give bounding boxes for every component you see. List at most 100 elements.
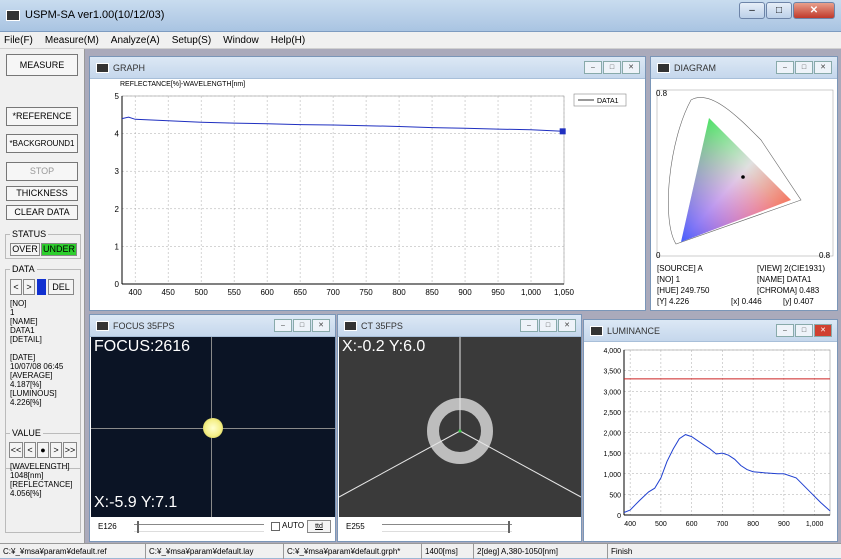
status-layout-path: C:¥_¥msa¥param¥default.lay xyxy=(146,544,284,559)
graph-titlebar: GRAPH – □ ✕ xyxy=(90,57,645,79)
y-tick-label: 4 xyxy=(115,130,120,139)
x-tick-label: 450 xyxy=(161,288,175,297)
data-line: [AVERAGE] xyxy=(10,371,53,380)
minimize-button[interactable]: – xyxy=(739,2,765,19)
y-tick-label: 5 xyxy=(115,92,120,101)
stop-button[interactable]: STOP xyxy=(6,162,78,181)
x-tick-label: 600 xyxy=(260,288,274,297)
minimize-button[interactable]: – xyxy=(776,61,794,74)
menu-file[interactable]: File(F) xyxy=(4,32,33,48)
x-tick-label: 600 xyxy=(686,521,698,528)
close-button[interactable]: ✕ xyxy=(558,319,576,332)
reference-button[interactable]: *REFERENCE xyxy=(6,107,78,126)
minimize-button[interactable]: – xyxy=(274,319,292,332)
data-label: DATA xyxy=(10,264,37,274)
data-line: [NAME] xyxy=(10,317,38,326)
menu-window[interactable]: Window xyxy=(223,32,259,48)
graph-title: GRAPH xyxy=(113,63,146,73)
x-tick-label: 700 xyxy=(717,521,729,528)
status-range: 2[deg] A,380-1050[nm] xyxy=(474,544,608,559)
value-line: 4.056[%] xyxy=(10,489,42,498)
menu-measure[interactable]: Measure(M) xyxy=(45,32,99,48)
menu-bar: File(F) Measure(M) Analyze(A) Setup(S) W… xyxy=(0,32,841,49)
diagram-hue: [HUE] 249.750 xyxy=(657,286,710,295)
value-next-button[interactable]: > xyxy=(50,442,62,458)
status-group: STATUS OVER UNDER xyxy=(5,229,81,259)
control-panel: MEASURE *REFERENCE *BACKGROUND1 STOP THI… xyxy=(0,49,85,543)
focus-window: FOCUS 35FPS – □ ✕ FOCUS:2616 X:-5.9 Y:7.1 … xyxy=(89,314,336,542)
status-label: STATUS xyxy=(10,229,49,239)
value-last-button[interactable]: >> xyxy=(63,442,77,458)
value-details: [WAVELENGTH] 1048[nm] [REFLECTANCE] 4.05… xyxy=(10,462,73,498)
maximize-button[interactable]: □ xyxy=(539,319,557,332)
data-line: [LUMINOUS] xyxy=(10,389,57,398)
window-title: USPM-SA ver1.00(10/12/03) xyxy=(25,9,165,21)
minimize-button[interactable]: – xyxy=(584,61,602,74)
close-button[interactable]: ✕ xyxy=(814,61,832,74)
ct-exposure-slider[interactable] xyxy=(382,521,512,533)
y-tick-label: 2,000 xyxy=(603,431,621,438)
title-bar: USPM-SA ver1.00(10/12/03) – □ ✕ xyxy=(0,0,841,32)
close-button[interactable]: ✕ xyxy=(622,61,640,74)
slider-thumb[interactable] xyxy=(508,521,510,533)
thickness-button[interactable]: THICKNESS xyxy=(6,186,78,201)
x-tick-label: 1,000 xyxy=(521,288,542,297)
value-first-button[interactable]: << xyxy=(9,442,23,458)
luminance-titlebar: LUMINANCE – □ ✕ xyxy=(584,320,837,342)
focus-titlebar: FOCUS 35FPS – □ ✕ xyxy=(90,315,335,337)
diagram-source: [SOURCE] A xyxy=(657,264,703,273)
data-line: [DATE] xyxy=(10,353,36,362)
data-next-button[interactable]: > xyxy=(23,279,35,295)
x-tick-label: 400 xyxy=(624,521,636,528)
x-tick-label: 500 xyxy=(655,521,667,528)
data-delete-button[interactable]: DEL xyxy=(48,279,74,295)
x-tick-label: 900 xyxy=(458,288,472,297)
window-icon xyxy=(96,321,109,331)
window-icon xyxy=(344,321,357,331)
minimize-button[interactable]: – xyxy=(520,319,538,332)
ct-camera-view[interactable]: X:-0.2 Y:6.0 xyxy=(339,337,581,517)
auto-button[interactable]: ttd xyxy=(307,520,331,533)
background-button[interactable]: *BACKGROUND1 xyxy=(6,134,78,153)
diagram-Y: [Y] 4.226 xyxy=(657,297,690,306)
data-line: 10/07/08 06:45 xyxy=(10,362,64,371)
maximize-button[interactable]: □ xyxy=(293,319,311,332)
menu-help[interactable]: Help(H) xyxy=(271,32,305,48)
data-prev-button[interactable]: < xyxy=(10,279,22,295)
maximize-button[interactable]: □ xyxy=(795,324,813,337)
focus-spot xyxy=(203,418,223,438)
legend-label: DATA1 xyxy=(597,98,619,105)
ct-overlay xyxy=(339,337,581,498)
maximize-button[interactable]: □ xyxy=(795,61,813,74)
data-line: [NO] xyxy=(10,299,27,308)
maximize-button[interactable]: □ xyxy=(766,2,792,19)
auto-checkbox[interactable] xyxy=(271,522,280,531)
close-button[interactable]: ✕ xyxy=(312,319,330,332)
data-line: 4.187[%] xyxy=(10,380,42,389)
ct-title: CT 35FPS xyxy=(361,321,403,331)
slider-thumb[interactable] xyxy=(137,521,139,533)
data-line: [DETAIL] xyxy=(10,335,42,344)
maximize-button[interactable]: □ xyxy=(603,61,621,74)
ct-line-left xyxy=(339,430,461,498)
focus-camera-view[interactable]: FOCUS:2616 X:-5.9 Y:7.1 xyxy=(91,337,335,517)
value-prev-button[interactable]: < xyxy=(24,442,36,458)
measure-button[interactable]: MEASURE xyxy=(6,54,78,76)
diagram-name: [NAME] DATA1 xyxy=(757,275,812,284)
menu-setup[interactable]: Setup(S) xyxy=(172,32,211,48)
y-tick-label: 1 xyxy=(115,242,120,251)
minimize-button[interactable]: – xyxy=(776,324,794,337)
value-center-button[interactable]: ● xyxy=(37,442,49,458)
focus-exposure-slider[interactable] xyxy=(134,521,264,533)
luminance-window: LUMINANCE – □ ✕ 400 500 600 700 800 900 1,000 0 50… xyxy=(583,319,838,542)
close-button[interactable]: ✕ xyxy=(814,324,832,337)
diagram-chroma: [CHROMA] 0.483 xyxy=(757,286,820,295)
window-icon xyxy=(657,63,670,73)
menu-analyze[interactable]: Analyze(A) xyxy=(111,32,160,48)
close-button[interactable]: ✕ xyxy=(793,2,835,19)
window-icon xyxy=(96,63,109,73)
y-tick-label: 3,000 xyxy=(603,389,621,396)
clear-data-button[interactable]: CLEAR DATA xyxy=(6,205,78,220)
x-tick-label: 400 xyxy=(129,288,143,297)
x-tick-label: 500 xyxy=(194,288,208,297)
